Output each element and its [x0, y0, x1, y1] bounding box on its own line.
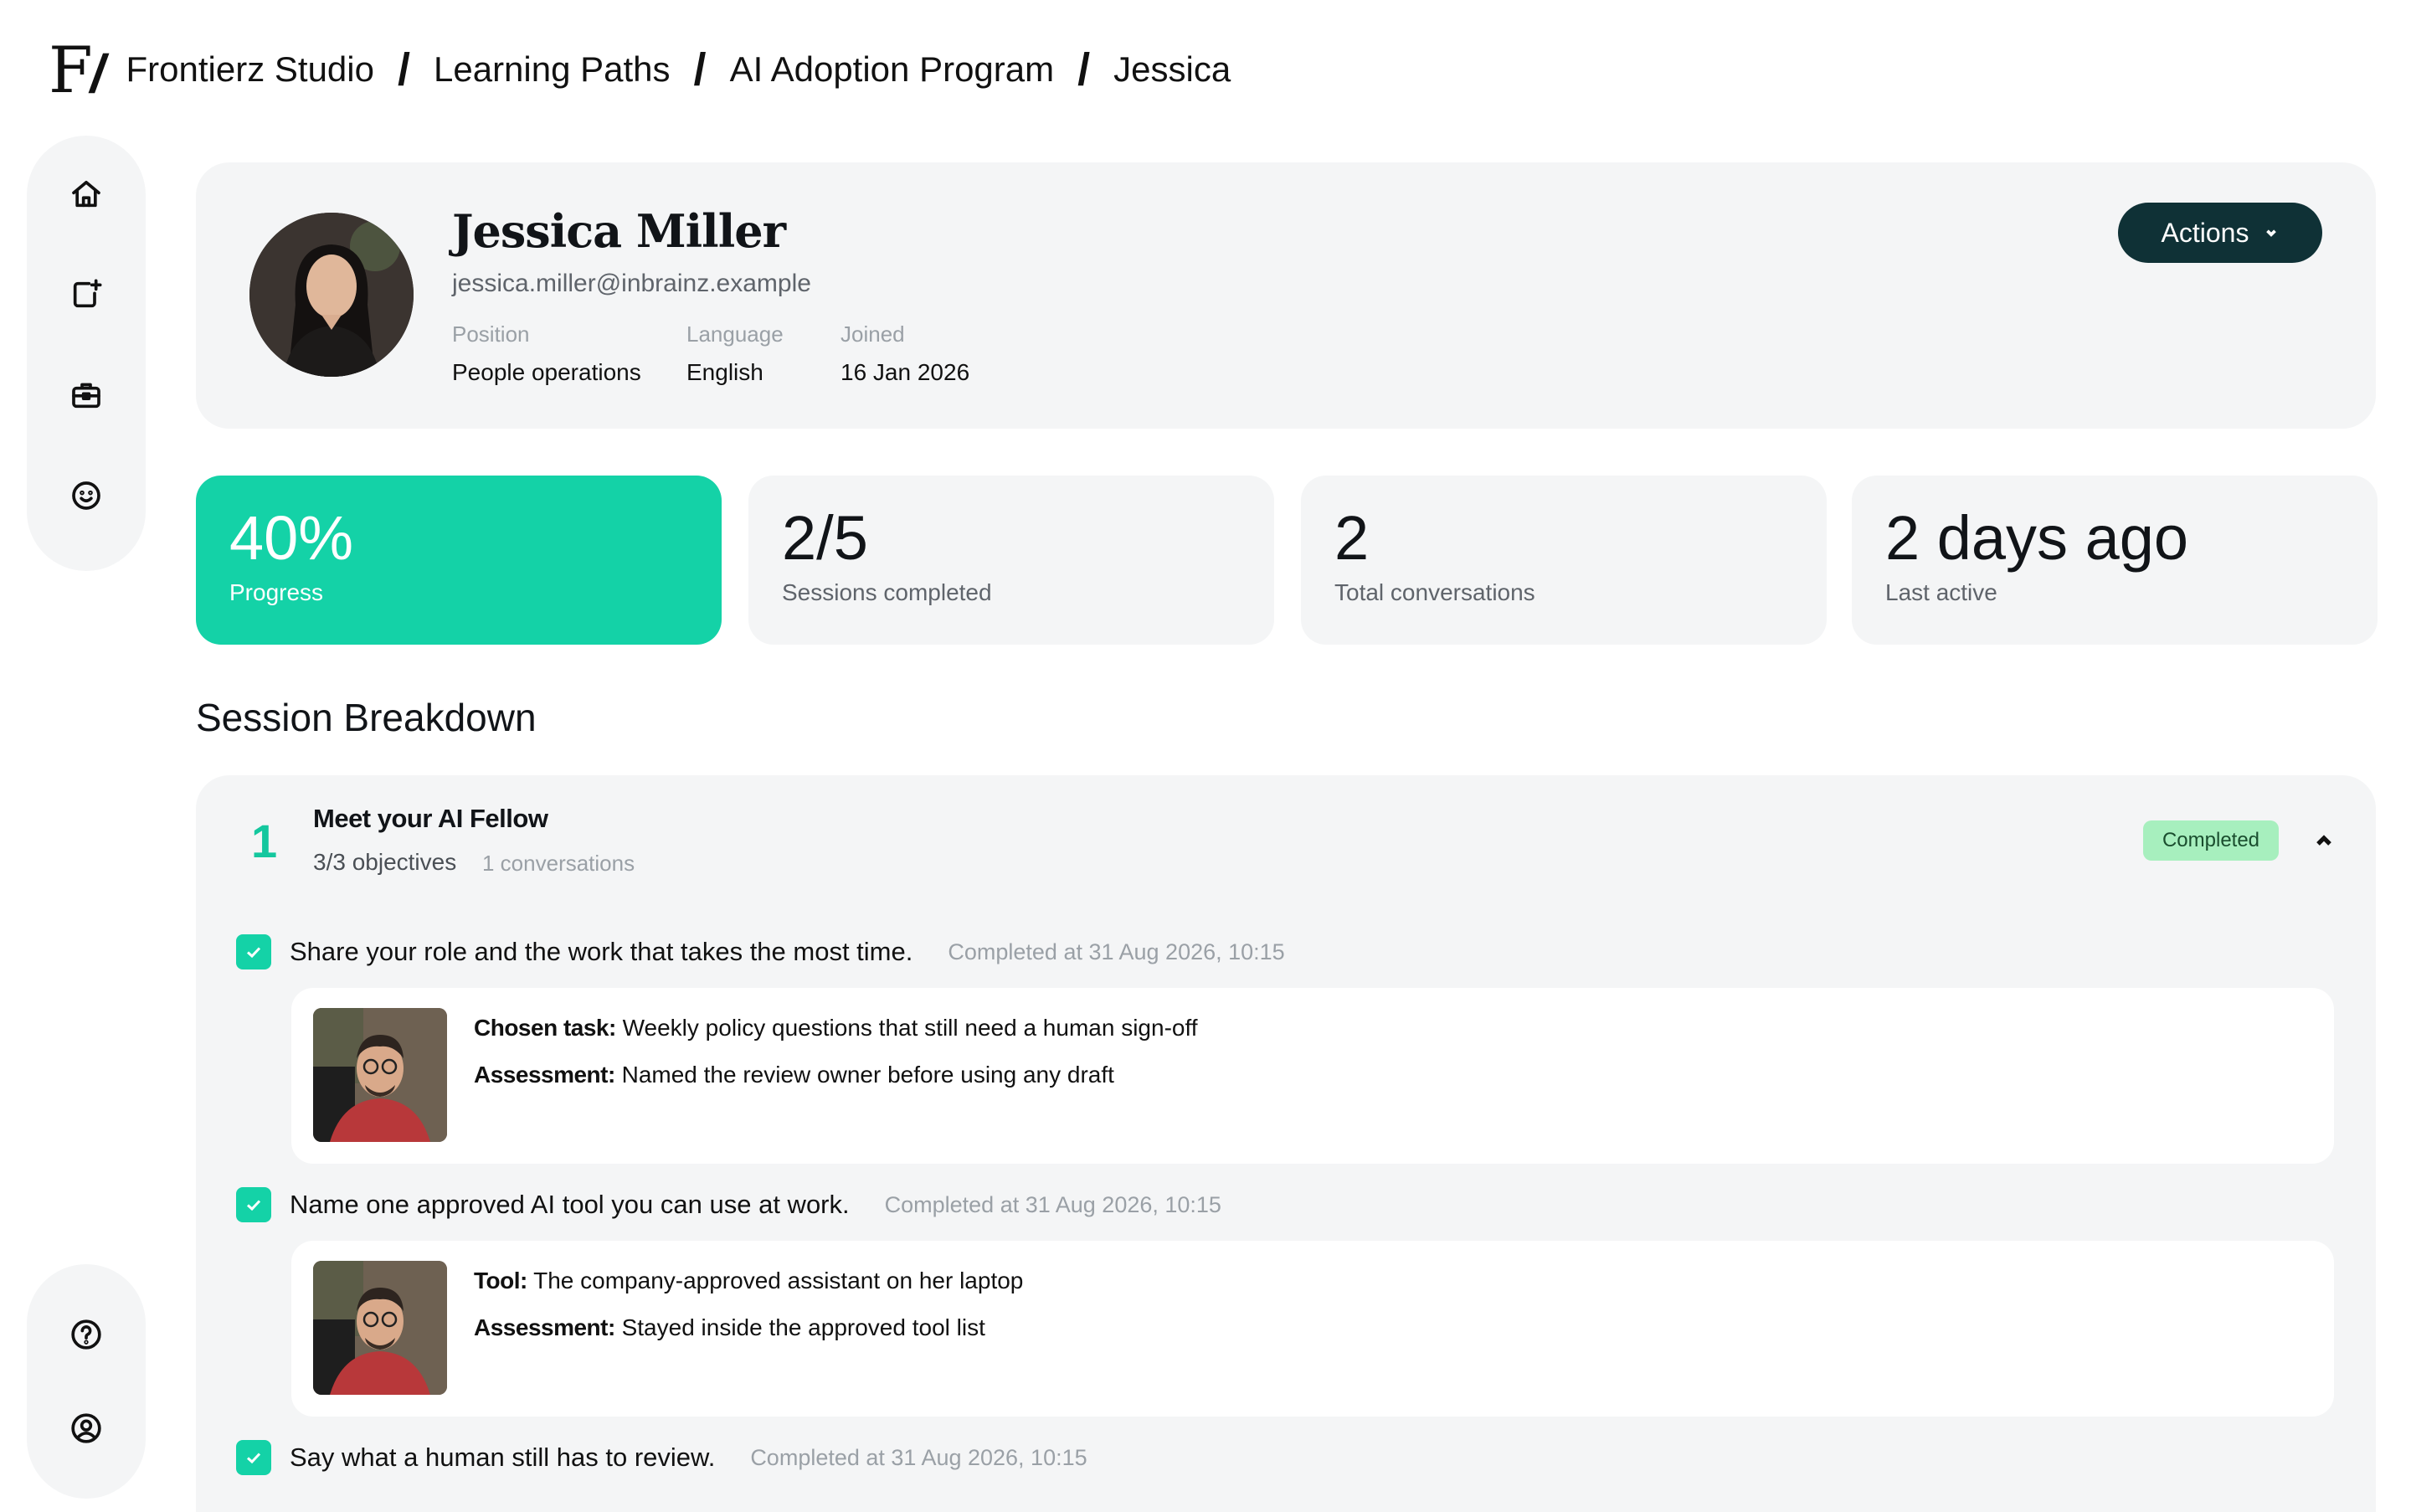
avatar: [249, 213, 414, 377]
objective-text: Share your role and the work that takes …: [290, 937, 913, 966]
objective-row: Say what a human still has to review. Co…: [236, 1437, 1087, 1479]
checkbox-checked[interactable]: [236, 934, 271, 969]
stat-value: 2/5: [782, 503, 868, 573]
objective-detail: Chosen task: Weekly policy questions tha…: [291, 988, 2334, 1164]
profile-language: Language English: [686, 321, 784, 386]
breadcrumb-separator: /: [693, 44, 707, 95]
objective-text: Say what a human still has to review.: [290, 1443, 716, 1472]
chevron-down-icon: [2266, 229, 2277, 237]
breadcrumb: F / Frontierz Studio / Learning Paths / A…: [49, 23, 1231, 116]
session-conversations: 1 conversations: [482, 851, 635, 876]
language-value: English: [686, 359, 763, 385]
session-objectives: 3/3 objectives: [313, 849, 457, 875]
detail-line: Assessment: Named the review owner befor…: [474, 1062, 1114, 1088]
stat-conversations: 2 Total conversations: [1301, 476, 1827, 645]
detail-line: Chosen task: Weekly policy questions tha…: [474, 1015, 1198, 1041]
breadcrumb-separator: /: [397, 44, 410, 95]
objective-completed-time: Completed at 31 Aug 2026, 10:15: [750, 1444, 1087, 1470]
stat-label: Total conversations: [1334, 579, 1535, 605]
check-icon: [246, 1200, 261, 1211]
checkbox-checked[interactable]: [236, 1187, 271, 1222]
stat-label: Last active: [1885, 579, 1997, 605]
actions-label: Actions: [2161, 217, 2249, 248]
joined-label: Joined: [841, 321, 905, 347]
brand-logo[interactable]: F /: [49, 33, 108, 107]
profile-email: jessica.miller@inbrainz.example: [452, 270, 811, 297]
breadcrumb-item-learning-paths[interactable]: Learning Paths: [434, 49, 671, 90]
sidebar-main-nav: [27, 136, 146, 571]
actions-button[interactable]: Actions: [2118, 203, 2322, 263]
breadcrumb-item-studio[interactable]: Frontierz Studio: [126, 49, 374, 90]
profile-card: Jessica Miller jessica.miller@inbrainz.e…: [196, 162, 2376, 429]
chevron-up-icon[interactable]: [2309, 825, 2339, 856]
stat-sessions: 2/5 Sessions completed: [748, 476, 1274, 645]
profile-name: Jessica Miller: [452, 204, 786, 258]
stat-value: 2 days ago: [1885, 503, 2189, 573]
detail-line: Assessment: Stayed inside the approved t…: [474, 1314, 985, 1340]
objective-completed-time: Completed at 31 Aug 2026, 10:15: [948, 939, 1285, 964]
position-label: Position: [452, 321, 530, 347]
stat-label: Progress: [229, 579, 324, 605]
profile-position: Position People operations: [452, 321, 641, 386]
profile-icon[interactable]: [69, 1412, 103, 1445]
briefcase-icon[interactable]: [69, 378, 103, 412]
breadcrumb-item-current: Jessica: [1113, 49, 1231, 89]
stat-progress: 40% Progress: [196, 476, 722, 645]
position-value: People operations: [452, 359, 641, 385]
status-badge: Completed: [2143, 820, 2279, 861]
breadcrumb-item-program[interactable]: AI Adoption Program: [730, 49, 1055, 90]
stat-value: 2: [1334, 503, 1370, 573]
sidebar-utility-nav: [27, 1264, 146, 1499]
conversation-thumbnail[interactable]: [313, 1008, 447, 1142]
check-icon: [246, 1453, 261, 1464]
help-icon[interactable]: [69, 1318, 103, 1351]
stat-label: Sessions completed: [782, 579, 992, 605]
stat-last-active: 2 days ago Last active: [1852, 476, 2378, 645]
breadcrumb-separator: /: [1077, 44, 1091, 95]
session-number: 1: [251, 815, 278, 867]
profile-joined: Joined 16 Jan 2026: [841, 321, 969, 386]
objective-detail: Tool: The company-approved assistant on …: [291, 1241, 2334, 1417]
session-card: 1 Meet your AI Fellow 3/3 objectives 1 c…: [196, 775, 2376, 1512]
language-label: Language: [686, 321, 784, 347]
objective-text: Name one approved AI tool you can use at…: [290, 1190, 850, 1219]
joined-value: 16 Jan 2026: [841, 359, 970, 385]
session-title: Meet your AI Fellow: [313, 804, 548, 833]
stat-value: 40%: [229, 503, 354, 573]
detail-line: Tool: The company-approved assistant on …: [474, 1268, 1024, 1293]
smiley-icon[interactable]: [69, 479, 103, 512]
checkbox-checked[interactable]: [236, 1440, 271, 1475]
objective-row: Share your role and the work that takes …: [236, 931, 1285, 973]
conversation-thumbnail[interactable]: [313, 1261, 447, 1395]
objective-completed-time: Completed at 31 Aug 2026, 10:15: [884, 1191, 1221, 1217]
home-icon[interactable]: [69, 177, 103, 211]
check-icon: [246, 947, 261, 959]
objective-row: Name one approved AI tool you can use at…: [236, 1184, 1221, 1226]
section-title: Session Breakdown: [196, 696, 537, 739]
add-session-icon[interactable]: [69, 278, 103, 311]
